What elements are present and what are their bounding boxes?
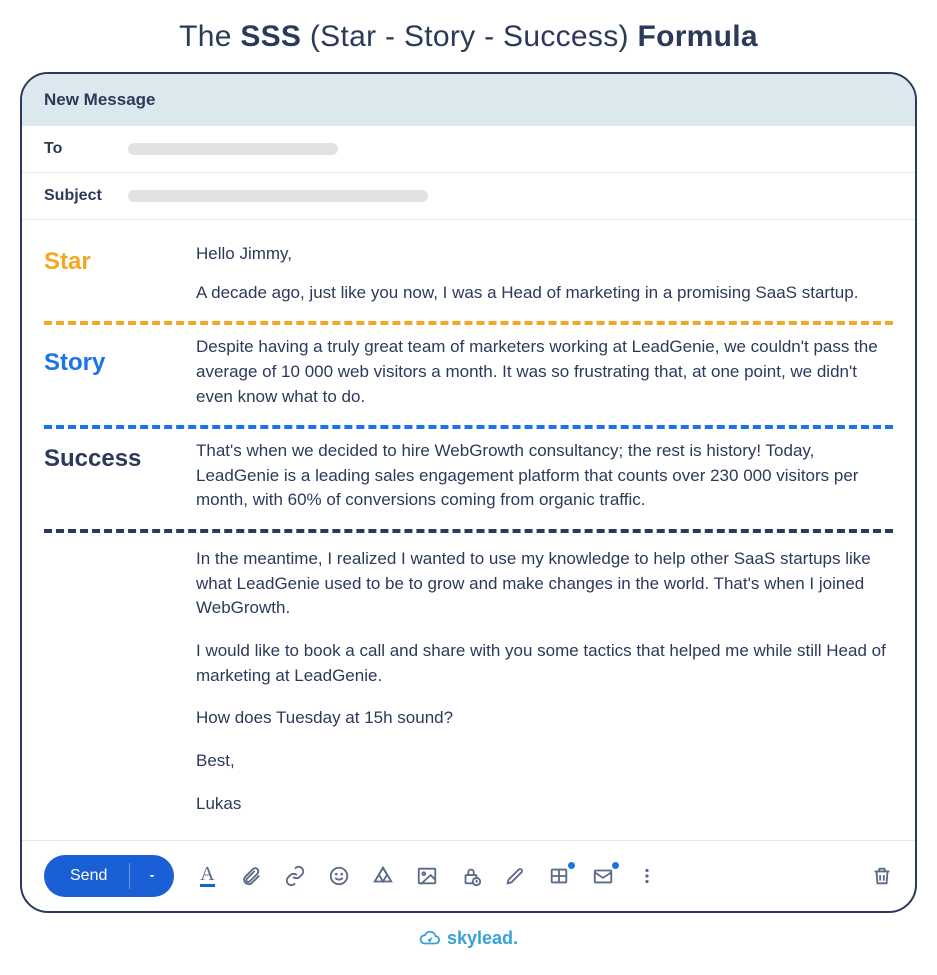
- more-icon[interactable]: [636, 865, 658, 887]
- success-text: That's when we decided to hire WebGrowth…: [196, 435, 893, 523]
- compose-window: New Message To Subject Star Hello Jimmy,…: [20, 72, 917, 913]
- success-section: Success That's when we decided to hire W…: [44, 435, 893, 523]
- story-text: Despite having a truly great team of mar…: [196, 331, 893, 419]
- story-divider: [44, 425, 893, 429]
- subject-label: Subject: [44, 187, 104, 205]
- email-body[interactable]: Star Hello Jimmy, A decade ago, just lik…: [22, 220, 915, 533]
- story-section: Story Despite having a truly great team …: [44, 331, 893, 419]
- star-text: Hello Jimmy, A decade ago, just like you…: [196, 238, 893, 315]
- email-body-rest[interactable]: In the meantime, I realized I wanted to …: [22, 539, 915, 840]
- subject-row: Subject: [22, 173, 915, 220]
- emoji-icon[interactable]: [328, 865, 350, 887]
- attach-icon[interactable]: [240, 865, 262, 887]
- window-title: New Message: [22, 74, 915, 126]
- page-title: The SSS (Star - Story - Success) Formula: [20, 20, 917, 54]
- image-icon[interactable]: [416, 865, 438, 887]
- star-section: Star Hello Jimmy, A decade ago, just lik…: [44, 238, 893, 315]
- send-dropdown-icon[interactable]: [130, 855, 174, 897]
- link-icon[interactable]: [284, 865, 306, 887]
- success-divider: [44, 529, 893, 533]
- story-label: Story: [44, 331, 184, 377]
- to-input-placeholder[interactable]: [128, 143, 338, 155]
- confidential-icon[interactable]: [460, 865, 482, 887]
- pen-icon[interactable]: [504, 865, 526, 887]
- layout-icon[interactable]: [548, 865, 570, 887]
- to-row: To: [22, 126, 915, 173]
- send-button[interactable]: Send: [44, 855, 174, 897]
- trash-icon[interactable]: [871, 865, 893, 887]
- drive-icon[interactable]: [372, 865, 394, 887]
- format-text-icon[interactable]: A: [196, 865, 218, 887]
- cloud-icon: [419, 927, 441, 949]
- mail-check-icon[interactable]: [592, 865, 614, 887]
- toolbar: Send A: [22, 840, 915, 911]
- star-label: Star: [44, 238, 184, 276]
- brand-logo: skylead.: [20, 927, 917, 949]
- to-label: To: [44, 140, 104, 158]
- star-divider: [44, 321, 893, 325]
- success-label: Success: [44, 435, 184, 473]
- subject-input-placeholder[interactable]: [128, 190, 428, 202]
